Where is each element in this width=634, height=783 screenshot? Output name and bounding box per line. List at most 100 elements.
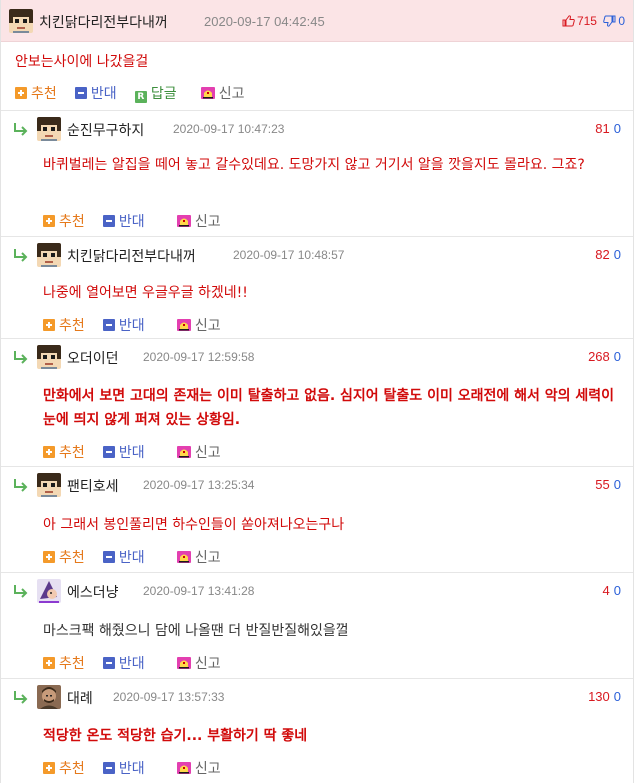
recommend-label: 추천 (59, 445, 85, 461)
comment-item: 순진무구하지 2020-09-17 10:47:23 81 0 바퀴벌레는 알집을… (1, 110, 633, 236)
comment-upvote-count: 4 (602, 583, 610, 598)
comment-author[interactable]: 치킨닭다리전부다내꺼 (67, 246, 196, 266)
comment-author[interactable]: 팬티호세 (67, 476, 119, 496)
recommend-button[interactable]: 추천 (43, 442, 85, 462)
report-button[interactable]: 신고 (177, 758, 221, 778)
oppose-button[interactable]: 반대 (102, 211, 145, 231)
comment-actions: 추천 반대 신고 (43, 315, 235, 335)
oppose-button[interactable]: 반대 (102, 758, 145, 778)
comment-text: 아 그래서 봉인풀리면 하수인들이 쏟아져나오는구나 (43, 517, 345, 533)
comment-downvote-count: 0 (613, 121, 621, 136)
reply-arrow-icon (13, 122, 29, 136)
recommend-button[interactable]: 추천 (43, 211, 85, 231)
plus-icon (43, 319, 55, 331)
report-button[interactable]: 신고 (177, 653, 221, 673)
reply-arrow-icon (13, 248, 29, 262)
reply-button[interactable]: R 답글 (134, 83, 177, 103)
pixel-avatar-icon[interactable] (37, 345, 61, 369)
oppose-label: 반대 (118, 214, 145, 230)
reply-arrow-icon (13, 350, 29, 364)
report-button[interactable]: 신고 (201, 83, 244, 103)
plus-icon (43, 762, 55, 774)
minus-icon (102, 215, 115, 227)
pixel-avatar-icon[interactable] (37, 117, 61, 141)
comment-date: 2020-09-17 12:59:58 (143, 350, 255, 364)
report-label: 신고 (194, 445, 221, 461)
report-icon (177, 215, 191, 227)
comment-actions: 추천 반대 신고 (43, 653, 235, 673)
comment-item: 대례 2020-09-17 13:57:33 130 0 적당한 온도 적당한 습… (1, 678, 633, 783)
pixel-avatar-icon[interactable] (9, 9, 33, 33)
oppose-button[interactable]: 반대 (74, 83, 117, 103)
report-label: 신고 (194, 214, 221, 230)
plus-icon (15, 87, 27, 99)
oppose-button[interactable]: 반대 (102, 315, 145, 335)
recommend-button[interactable]: 추천 (43, 653, 85, 673)
comment-votes: 55 0 (595, 477, 621, 492)
report-button[interactable]: 신고 (177, 442, 221, 462)
comment-text: 나중에 열어보면 우글우글 하겠네!! (43, 285, 248, 301)
post-author[interactable]: 치킨닭다리전부다내꺼 (39, 12, 168, 32)
oppose-label: 반대 (118, 318, 145, 334)
report-label: 신고 (194, 550, 221, 566)
thumbs-up-icon[interactable] (562, 15, 575, 27)
thumbs-down-icon[interactable] (603, 15, 616, 27)
man-avatar-icon[interactable] (37, 685, 61, 709)
comment-downvote-count: 0 (613, 349, 621, 364)
comment-actions: 추천 반대 신고 (43, 758, 235, 778)
recommend-button[interactable]: 추천 (15, 83, 57, 103)
comment-actions: 추천 반대 신고 (43, 211, 235, 231)
reply-label: 답글 (150, 86, 177, 102)
post-downvote-count: 0 (618, 14, 625, 28)
comment-author[interactable]: 오더이던 (67, 348, 119, 368)
oppose-button[interactable]: 반대 (102, 547, 145, 567)
oppose-button[interactable]: 반대 (102, 442, 145, 462)
reply-arrow-icon (13, 584, 29, 598)
comment-text: 바퀴벌레는 알집을 떼어 놓고 갈수있데요. 도망가지 않고 거기서 알을 깟을… (43, 157, 585, 173)
recommend-button[interactable]: 추천 (43, 547, 85, 567)
report-button[interactable]: 신고 (177, 211, 221, 231)
report-button[interactable]: 신고 (177, 547, 221, 567)
witch-avatar-icon[interactable] (37, 579, 61, 603)
comment-item: 팬티호세 2020-09-17 13:25:34 55 0 아 그래서 봉인풀리면… (1, 466, 633, 572)
minus-icon (102, 551, 115, 563)
pixel-avatar-icon[interactable] (37, 243, 61, 267)
comment-upvote-count: 81 (595, 121, 610, 136)
recommend-button[interactable]: 추천 (43, 315, 85, 335)
report-icon (177, 762, 191, 774)
plus-icon (43, 657, 55, 669)
recommend-label: 추천 (59, 761, 85, 777)
comment-actions: 추천 반대 신고 (43, 547, 235, 567)
plus-icon (43, 551, 55, 563)
comment-date: 2020-09-17 10:48:57 (233, 248, 345, 262)
recommend-button[interactable]: 추천 (43, 758, 85, 778)
pixel-avatar-icon[interactable] (37, 473, 61, 497)
comment-author[interactable]: 대례 (67, 688, 93, 708)
comment-upvote-count: 82 (595, 247, 610, 262)
report-label: 신고 (194, 656, 221, 672)
oppose-label: 반대 (118, 550, 145, 566)
recommend-label: 추천 (31, 86, 57, 102)
comment-author[interactable]: 순진무구하지 (67, 120, 144, 140)
post-upvote-count: 715 (576, 14, 597, 28)
comment-downvote-count: 0 (613, 477, 621, 492)
comment-author[interactable]: 에스더냥 (67, 582, 119, 602)
comment-downvote-count: 0 (613, 583, 621, 598)
comment-date: 2020-09-17 13:41:28 (143, 584, 255, 598)
comment-votes: 81 0 (595, 121, 621, 136)
minus-icon (102, 762, 115, 774)
comment-thread: 치킨닭다리전부다내꺼 2020-09-17 04:42:45 715 0 안보는… (0, 0, 634, 783)
plus-icon (43, 446, 55, 458)
comment-item: 오더이던 2020-09-17 12:59:58 268 0 만화에서 보면 고대… (1, 338, 633, 466)
comment-text: 적당한 온도 적당한 습기... 부활하기 딱 좋네 (43, 728, 308, 744)
oppose-button[interactable]: 반대 (102, 653, 145, 673)
report-button[interactable]: 신고 (177, 315, 221, 335)
comment-votes: 268 0 (588, 349, 621, 364)
comment-downvote-count: 0 (613, 689, 621, 704)
post-date: 2020-09-17 04:42:45 (204, 14, 325, 29)
comment-downvote-count: 0 (613, 247, 621, 262)
comment-date: 2020-09-17 13:57:33 (113, 690, 225, 704)
plus-icon (43, 215, 55, 227)
recommend-label: 추천 (59, 214, 85, 230)
reply-arrow-icon (13, 478, 29, 492)
